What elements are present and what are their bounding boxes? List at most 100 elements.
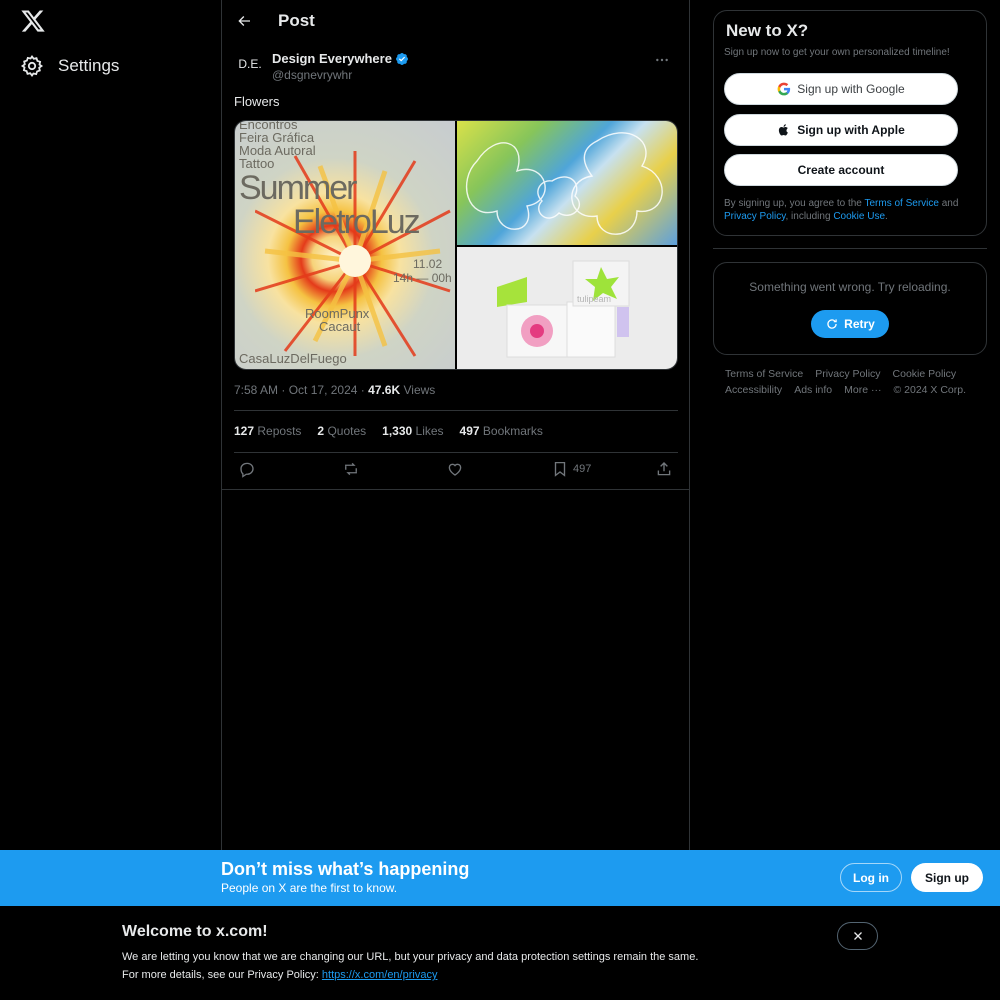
footer-cookie-link[interactable]: Cookie Policy [893,366,957,382]
signup-terms: By signing up, you agree to the Terms of… [724,197,980,223]
packaging-label: tulipeam [577,294,611,304]
welcome-privacy-prefix: For more details, see our Privacy Policy… [122,969,322,981]
create-account-button[interactable]: Create account [724,154,958,186]
poster-date: 11.02 [413,257,443,271]
post-image-packaging[interactable]: tulipeam [457,247,677,369]
welcome-notice: Welcome to x.com! We are letting you kno… [0,906,1000,1000]
refresh-icon [827,319,837,329]
quotes-count: 2 [317,424,325,438]
close-button[interactable] [837,922,878,950]
post-header: Post [222,0,689,42]
post-image-blur-flowers[interactable] [457,121,677,245]
footer-terms-link[interactable]: Terms of Service [725,366,803,382]
poster-text-big-2: EletroLuz [293,203,421,241]
welcome-message: We are letting you know that we are chan… [122,951,699,963]
poster-venue-3: CasaLuzDelFuego [239,351,347,366]
nav-settings[interactable]: Settings [20,54,119,78]
welcome-title: Welcome to x.com! [122,923,268,940]
close-icon [853,932,862,940]
divider [713,248,987,249]
post-actions: 497 [234,460,678,484]
back-button[interactable] [232,9,256,33]
meta-separator-1: · [281,383,289,397]
repost-button[interactable] [342,460,360,478]
signup-card: New to X? Sign up now to get your own pe… [713,10,987,236]
author-handle[interactable]: @dsgnevrywhr [272,68,352,82]
quotes-label: Quotes [327,424,367,438]
footer-links: Terms of Service Privacy Policy Cookie Pol… [725,366,985,398]
post-media-grid: Encontros Feira Gráfica Moda Autoral Tat… [234,120,678,370]
privacy-url-link[interactable]: https://x.com/en/privacy [322,969,438,981]
error-message: Something went wrong. Try reloading. [749,280,951,294]
main-column: Post D.E. Design Everywhere @dsgnevrywhr… [221,0,690,850]
terms-and: and [938,198,959,209]
likes-label: Likes [415,424,444,438]
cookie-use-link[interactable]: Cookie Use [833,211,885,222]
views-label: Views [403,383,436,397]
reply-icon [240,462,254,478]
terms-including: , including [785,211,834,222]
divider [234,410,678,411]
terms-prefix: By signing up, you agree to the [724,198,865,209]
post-stats: 127 Reposts 2 Quotes 1,330 Likes 497 Boo… [234,424,543,438]
footer-copyright: © 2024 X Corp. [893,384,967,396]
reply-button[interactable] [238,460,256,478]
login-button[interactable]: Log in [840,863,902,892]
post-image-poster[interactable]: Encontros Feira Gráfica Moda Autoral Tat… [235,121,455,369]
post-text: Flowers [234,94,280,109]
footer-more-button[interactable]: More ··· [844,382,881,398]
avatar[interactable]: D.E. [234,50,266,78]
footer-accessibility-link[interactable]: Accessibility [725,382,782,398]
reposts-stat[interactable]: 127 Reposts [234,424,301,438]
divider [234,452,678,453]
privacy-policy-link[interactable]: Privacy Policy [724,211,786,222]
signup-apple-button[interactable]: Sign up with Apple [724,114,958,146]
more-options-button[interactable] [650,52,674,68]
likes-count: 1,330 [382,424,413,438]
views-count: 47.6K [368,383,401,397]
google-icon [777,82,791,96]
bookmark-icon [554,461,566,477]
bookmark-action-count: 497 [573,463,592,475]
post-time[interactable]: 7:58 AM [234,383,278,397]
apple-icon [779,124,789,136]
share-button[interactable] [655,460,673,478]
bookmarks-label: Bookmarks [482,424,543,438]
repost-icon [345,462,357,476]
retry-label: Retry [844,317,875,331]
create-account-label: Create account [797,163,885,177]
signup-google-button[interactable]: Sign up with Google [724,73,958,105]
left-nav: Settings [0,0,221,850]
bookmarks-count: 497 [459,424,480,438]
like-button[interactable] [446,460,464,478]
banner-subtitle: People on X are the first to know. [221,881,398,895]
bookmarks-stat[interactable]: 497 Bookmarks [460,424,543,438]
flower-outline-graphic [465,132,663,235]
signup-google-label: Sign up with Google [797,82,905,96]
packaging-graphic: tulipeam [497,260,630,358]
terms-suffix: . [885,211,888,222]
post-date[interactable]: Oct 17, 2024 [289,383,358,397]
reposts-count: 127 [234,424,255,438]
poster-time: 14h — 00h [393,271,452,285]
bookmark-button[interactable]: 497 [551,460,591,478]
reposts-label: Reposts [257,424,302,438]
signup-apple-label: Sign up with Apple [797,123,905,137]
footer-ads-link[interactable]: Ads info [794,382,832,398]
author-name-row[interactable]: Design Everywhere [272,51,409,66]
x-logo-icon[interactable] [20,8,46,34]
quotes-stat[interactable]: 2 Quotes [317,424,366,438]
heart-icon [448,463,462,476]
retry-button[interactable]: Retry [811,310,889,338]
signup-button[interactable]: Sign up [911,863,983,892]
divider [222,489,689,490]
footer-privacy-link[interactable]: Privacy Policy [815,366,880,382]
likes-stat[interactable]: 1,330 Likes [382,424,443,438]
post-author: D.E. Design Everywhere @dsgnevrywhr [234,48,678,88]
welcome-privacy-line: For more details, see our Privacy Policy… [122,969,437,981]
arrow-left-icon [238,16,250,26]
error-card: Something went wrong. Try reloading. Ret… [713,262,987,355]
post-meta: 7:58 AM · Oct 17, 2024 · 47.6K Views [234,383,435,397]
signup-banner: Don’t miss what’s happening People on X … [0,850,1000,906]
terms-of-service-link[interactable]: Terms of Service [864,198,938,209]
